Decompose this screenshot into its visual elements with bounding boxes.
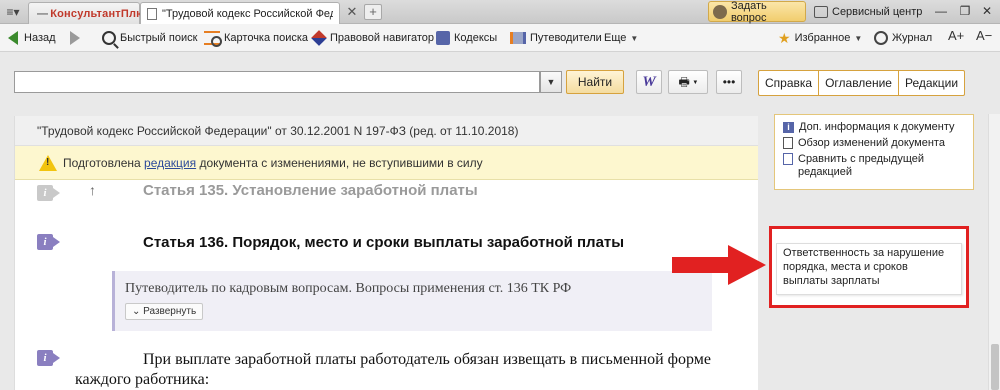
warning-icon bbox=[39, 154, 57, 171]
more-menu[interactable]: Еще ▼ bbox=[604, 28, 638, 48]
legal-navigator-button[interactable]: Правовой навигатор bbox=[311, 28, 434, 48]
search-card-icon bbox=[204, 31, 222, 47]
document-icon bbox=[147, 7, 157, 20]
info-icon[interactable]: i bbox=[37, 234, 53, 250]
guide-note: Путеводитель по кадровым вопросам. Вопро… bbox=[112, 271, 712, 331]
legal-navigator-label: Правовой навигатор bbox=[330, 32, 434, 44]
document-header: "Трудовой кодекс Российской Федерации" о… bbox=[15, 116, 758, 146]
ask-question-label: Задать вопрос bbox=[730, 0, 767, 24]
paragraph-text: При выплате заработной платы работодател… bbox=[75, 351, 712, 388]
maximize-icon[interactable]: ❐ bbox=[954, 0, 976, 22]
search-icon bbox=[102, 31, 116, 45]
more-dots-icon: ••• bbox=[722, 75, 736, 89]
forward-arrow-icon bbox=[70, 31, 80, 45]
search-input[interactable] bbox=[14, 71, 540, 93]
info-icon: i bbox=[783, 122, 794, 133]
document-info-panel: i Доп. информация к документу Обзор изме… bbox=[774, 114, 974, 190]
article-136-heading: Статья 136. Порядок, место и сроки выпла… bbox=[143, 234, 625, 251]
highlighted-note-frame: Ответственность за нарушение порядка, ме… bbox=[769, 226, 969, 308]
document-pane: "Трудовой кодекс Российской Федерации" о… bbox=[14, 116, 758, 390]
edition-warning: Подготовлена редакция документа с измене… bbox=[15, 146, 758, 180]
search-bar: ▼ Найти W 🖶 ▾ ••• Справка Оглавление Ред… bbox=[0, 52, 1000, 114]
compare-icon bbox=[783, 153, 793, 165]
codes-button[interactable]: Кодексы bbox=[436, 28, 497, 48]
document-tabs: Справка Оглавление Редакции bbox=[758, 70, 966, 96]
tab-reference[interactable]: Справка bbox=[759, 71, 820, 95]
back-button[interactable]: Назад bbox=[8, 28, 56, 48]
clock-icon bbox=[874, 31, 888, 45]
close-tab-icon[interactable]: ✕ bbox=[344, 4, 360, 20]
search-card-button[interactable]: Карточка поиска bbox=[204, 28, 308, 48]
doc-info-link[interactable]: i Доп. информация к документу bbox=[783, 121, 965, 134]
quick-search-label: Быстрый поиск bbox=[120, 32, 198, 44]
service-center-label: Сервисный центр bbox=[832, 5, 923, 18]
find-button[interactable]: Найти bbox=[566, 70, 624, 94]
forward-button[interactable] bbox=[70, 28, 80, 48]
font-smaller-button[interactable]: А− bbox=[976, 28, 992, 43]
warning-text: Подготовлена редакция документа с измене… bbox=[63, 155, 483, 170]
app-name-prefix: Консультант bbox=[50, 7, 121, 20]
compare-edition-link[interactable]: Сравнить с предыдущей редакцией bbox=[783, 153, 965, 179]
close-window-icon[interactable]: ✕ bbox=[976, 0, 998, 22]
journal-label: Журнал bbox=[892, 32, 933, 44]
document-icon bbox=[783, 137, 793, 149]
guides-label: Путеводители bbox=[530, 32, 602, 44]
scroll-thumb[interactable] bbox=[991, 344, 999, 390]
journal-button[interactable]: Журнал bbox=[874, 28, 932, 48]
guides-button[interactable]: Путеводители bbox=[510, 28, 602, 48]
font-larger-button[interactable]: А+ bbox=[948, 28, 964, 43]
guide-link[interactable]: Путеводитель по кадровым вопросам. Вопро… bbox=[125, 281, 571, 297]
more-actions-button[interactable]: ••• bbox=[716, 70, 742, 94]
edition-link[interactable]: редакция bbox=[144, 156, 196, 170]
service-center-button[interactable]: Сервисный центр bbox=[814, 1, 926, 22]
codes-label: Кодексы bbox=[454, 32, 498, 44]
person-icon bbox=[713, 4, 727, 19]
favorites-label: Избранное bbox=[794, 32, 851, 44]
codes-icon bbox=[436, 31, 450, 45]
search-card-label: Карточка поиска bbox=[224, 32, 309, 44]
back-label: Назад bbox=[24, 32, 56, 44]
red-arrow-annotation bbox=[672, 245, 768, 285]
liability-note-link[interactable]: Ответственность за нарушение порядка, ме… bbox=[776, 243, 962, 295]
navigator-icon bbox=[311, 30, 327, 46]
title-bar: ≡▾ — Консультант Плюс "Трудовой кодекс Ро… bbox=[0, 0, 1000, 24]
main-toolbar: Назад Быстрый поиск Карточка поиска Прав… bbox=[0, 24, 1000, 52]
app-logo-tab[interactable]: — Консультант Плюс bbox=[28, 2, 152, 24]
print-button[interactable]: 🖶 ▾ bbox=[668, 70, 708, 94]
expand-button[interactable]: ⌄ Развернуть bbox=[125, 303, 204, 320]
printer-icon: 🖶 ▾ bbox=[678, 75, 698, 89]
up-arrow-icon[interactable]: ↑ bbox=[89, 182, 96, 198]
tab-editions[interactable]: Редакции bbox=[899, 71, 964, 95]
info-icon[interactable]: i bbox=[37, 185, 53, 201]
article-135-heading[interactable]: Статья 135. Установление заработной плат… bbox=[143, 182, 478, 199]
ask-question-button[interactable]: Задать вопрос bbox=[708, 0, 806, 24]
more-label: Еще bbox=[604, 32, 627, 44]
chevron-down-icon: ▼ bbox=[854, 33, 863, 43]
vertical-scrollbar[interactable] bbox=[988, 114, 1000, 390]
info-icon[interactable]: i bbox=[37, 350, 53, 366]
back-arrow-icon bbox=[8, 31, 18, 45]
word-icon: W bbox=[642, 74, 656, 90]
tab-title: "Трудовой кодекс Российской Федера... bbox=[162, 7, 333, 20]
monitor-icon bbox=[814, 5, 828, 18]
chevron-down-icon: ⌄ bbox=[132, 306, 144, 317]
chevron-down-icon: ▼ bbox=[630, 33, 639, 43]
quick-search-button[interactable]: Быстрый поиск bbox=[102, 28, 197, 48]
guides-icon bbox=[510, 32, 526, 44]
tab-document[interactable]: "Трудовой кодекс Российской Федера... bbox=[140, 2, 340, 24]
new-tab-button[interactable]: + bbox=[364, 4, 382, 20]
tab-contents[interactable]: Оглавление bbox=[819, 71, 899, 95]
favorites-menu[interactable]: ★ Избранное ▼ bbox=[778, 28, 862, 48]
app-menu-button[interactable]: ≡▾ bbox=[2, 3, 24, 21]
search-history-dropdown[interactable]: ▼ bbox=[540, 71, 562, 93]
export-word-button[interactable]: W bbox=[636, 70, 662, 94]
star-icon: ★ bbox=[778, 29, 791, 46]
minimize-icon[interactable]: — bbox=[930, 0, 952, 22]
changes-overview-link[interactable]: Обзор изменений документа bbox=[783, 137, 965, 150]
